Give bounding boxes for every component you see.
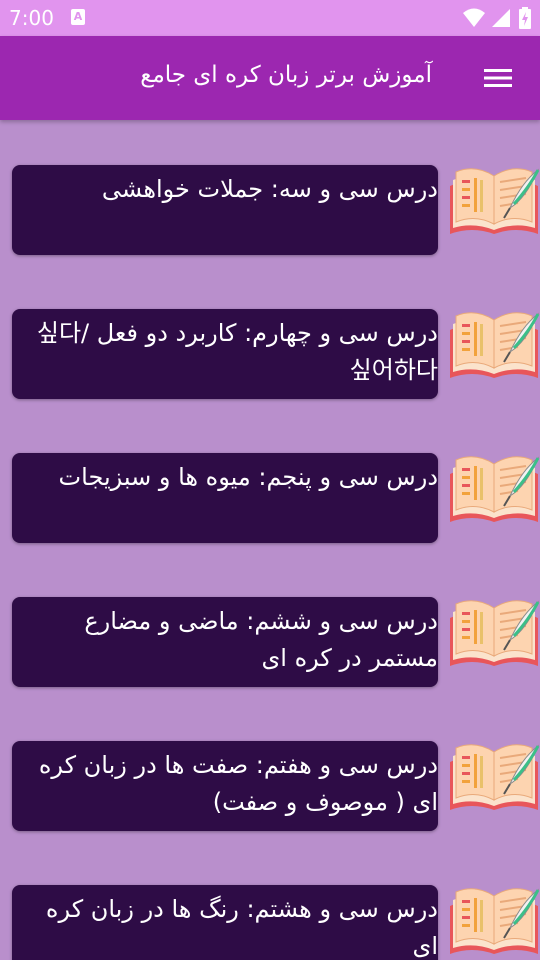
notification-icon: A	[71, 9, 85, 25]
lesson-card[interactable]: درس سی و پنجم: میوه ها و سبزیجات	[12, 453, 438, 543]
status-time: 7:00	[9, 6, 54, 30]
list-item: درس سی و چهارم: کاربرد دو فعل 싶다/ 싶어하다	[0, 304, 540, 404]
open-book-quill-icon	[448, 736, 540, 814]
lesson-title: درس سی و هفتم: صفت ها در زبان کره ای ( م…	[38, 751, 438, 816]
lesson-card[interactable]: درس سی و چهارم: کاربرد دو فعل 싶다/ 싶어하다	[12, 309, 438, 399]
status-bar: 7:00 A	[0, 0, 540, 36]
list-item: درس سی و سه: جملات خواهشی	[0, 160, 540, 260]
lesson-title: درس سی و هشتم: رنگ ها در زبان کره ای	[45, 895, 438, 960]
lesson-list[interactable]: درس سی و سه: جملات خواهشی درس سی و چهارم…	[0, 120, 540, 960]
lesson-card[interactable]: درس سی و هشتم: رنگ ها در زبان کره ای	[12, 885, 438, 960]
open-book-quill-icon	[448, 160, 540, 238]
hamburger-menu-icon	[484, 69, 512, 87]
signal-icon	[492, 9, 510, 27]
list-item: درس سی و ششم: ماضی و مضارع مستمر در کره …	[0, 592, 540, 692]
open-book-quill-icon	[448, 880, 540, 958]
lesson-title: درس سی و ششم: ماضی و مضارع مستمر در کره …	[84, 607, 438, 672]
lesson-card[interactable]: درس سی و سه: جملات خواهشی	[12, 165, 438, 255]
lesson-card[interactable]: درس سی و ششم: ماضی و مضارع مستمر در کره …	[12, 597, 438, 687]
list-item: درس سی و پنجم: میوه ها و سبزیجات	[0, 448, 540, 548]
app-bar: آموزش برتر زبان کره ای جامع	[0, 36, 540, 120]
lesson-card[interactable]: درس سی و هفتم: صفت ها در زبان کره ای ( م…	[12, 741, 438, 831]
lesson-title: درس سی و چهارم: کاربرد دو فعل 싶다/ 싶어하다	[36, 319, 438, 384]
list-item: درس سی و هشتم: رنگ ها در زبان کره ای	[0, 880, 540, 960]
list-item: درس سی و هفتم: صفت ها در زبان کره ای ( م…	[0, 736, 540, 836]
battery-charging-icon	[519, 7, 531, 29]
open-book-quill-icon	[448, 448, 540, 526]
wifi-icon	[463, 8, 485, 27]
menu-button[interactable]	[480, 60, 516, 96]
open-book-quill-icon	[448, 592, 540, 670]
app-title: آموزش برتر زبان کره ای جامع	[140, 62, 432, 88]
lesson-title: درس سی و سه: جملات خواهشی	[101, 175, 438, 203]
open-book-quill-icon	[448, 304, 540, 382]
lesson-title: درس سی و پنجم: میوه ها و سبزیجات	[58, 463, 438, 491]
